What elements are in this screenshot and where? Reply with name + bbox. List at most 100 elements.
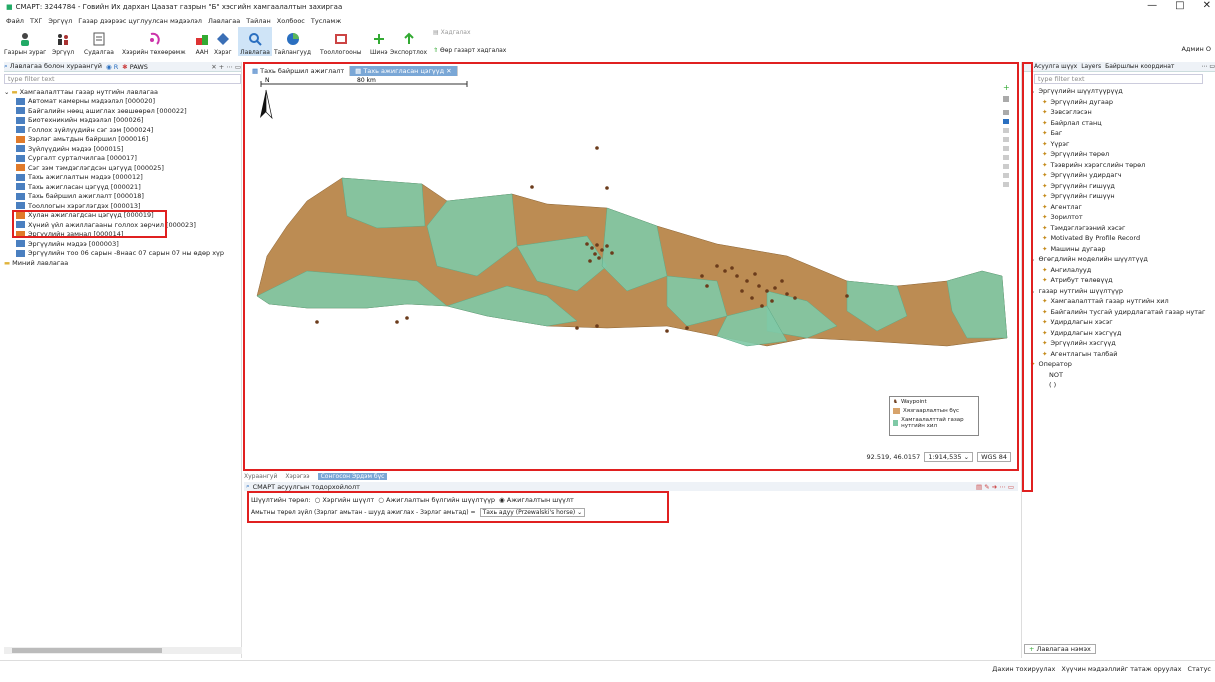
filter-item[interactable]: ✦ Эргүүлийн дугаар xyxy=(1026,97,1215,108)
filter-item[interactable]: ✦ Удирдлагын хэсгүүд xyxy=(1026,328,1215,339)
menu-thg[interactable]: ТХГ xyxy=(30,17,42,25)
filter-item[interactable]: ✦ Зэвсэглэсэн xyxy=(1026,107,1215,118)
map-view[interactable]: ▦ Тахь байршил ажиглалт ▦ Тахь ажигласан ц… xyxy=(247,66,1015,468)
tool-device[interactable]: Хээрийн төхөөрөмж xyxy=(122,27,186,56)
left-filter-input[interactable]: type filter text xyxy=(4,74,241,84)
scrollbar-thumb[interactable] xyxy=(12,648,162,653)
tool-save-as[interactable]: ⇑ Өөр газарт хадгалах xyxy=(433,47,506,54)
filter-item[interactable]: ✦ Баг xyxy=(1026,128,1215,139)
tab-paws[interactable]: ✱ PAWS xyxy=(122,63,148,71)
tool-survey[interactable]: Судалгаа xyxy=(84,27,114,56)
menu-help[interactable]: Тусламж xyxy=(311,17,341,25)
tab-queries[interactable]: ⌕ Лавлагаа болон хураангүй xyxy=(4,62,102,71)
filter-item[interactable]: ✦ Эргүүлийн удирдагч xyxy=(1026,170,1215,181)
tool-new[interactable]: Шинэ xyxy=(370,27,388,56)
filter-item[interactable]: ✦ Агентлагын талбай xyxy=(1026,349,1215,360)
panel-controls[interactable]: ⋯ ▭ xyxy=(1201,63,1215,70)
filter-item[interactable]: ✦ Тээврийн хэрэгслийн төрөл xyxy=(1026,160,1215,171)
tool-patrol[interactable]: Эргүүл xyxy=(52,27,74,56)
tab-cases[interactable]: Хэрэгээ xyxy=(285,473,309,480)
minimize-button[interactable]: — xyxy=(1147,0,1157,11)
filter-item[interactable]: ✦ Ангилалууд xyxy=(1026,265,1215,276)
filter-group[interactable]: ⌄ Өгөгдлийн моделийн шүүлтүүд xyxy=(1026,254,1215,265)
tree-query-item[interactable]: Тахь байршил ажиглалт [000018] xyxy=(4,192,241,202)
status-import[interactable]: Хүүчин мэдээллийг татаж оруулах xyxy=(1061,665,1181,673)
radio-case-filter[interactable]: ○ Хэргийн шүүлт xyxy=(315,496,375,504)
map-tools[interactable]: + xyxy=(1003,83,1010,187)
right-filter-input[interactable]: type filter text xyxy=(1034,74,1203,84)
tree-query-item[interactable]: Эргүүлийн тоо 06 сарын -8наас 07 сарын 0… xyxy=(4,249,241,259)
close-button[interactable]: ✕ xyxy=(1203,0,1211,11)
tree-query-item[interactable]: Биотехникийн мэдээлэл [000026] xyxy=(4,116,241,126)
filter-item[interactable]: ✦ Зорилтот xyxy=(1026,212,1215,223)
panel-controls[interactable]: ✕ + ⋯ ▭ xyxy=(211,63,241,71)
filter-item[interactable]: ✦ Эргүүлийн төрөл xyxy=(1026,149,1215,160)
tab-layers[interactable]: Layers xyxy=(1081,63,1101,70)
horizontal-scrollbar[interactable] xyxy=(4,647,242,654)
filter-item[interactable]: ✦ Удирдлагын хэсэг xyxy=(1026,317,1215,328)
tree-query-item[interactable]: Тахь ажиглалтын мэдээ [000012] xyxy=(4,173,241,183)
tab-selected[interactable]: Сонгосон Эрдэм бүс xyxy=(317,472,388,480)
filter-item[interactable]: ✦ Агентлаг xyxy=(1026,202,1215,213)
menu-file[interactable]: Файл xyxy=(6,17,24,25)
status-status[interactable]: Статус xyxy=(1187,665,1211,673)
tree-query-item[interactable]: Голлох зүйлүүдийн сэг зэм [000024] xyxy=(4,125,241,135)
tool-reports[interactable]: Тайлангууд xyxy=(274,27,311,56)
filter-item[interactable]: ✦ Эргүүлийн гишүүн xyxy=(1026,191,1215,202)
filter-item[interactable]: ✦ Хамгаалалттай газар нутгийн хил xyxy=(1026,296,1215,307)
filter-item[interactable]: ✦ Тэмдэглэгээний хэсэг xyxy=(1026,223,1215,234)
filter-item[interactable]: ( ) xyxy=(1026,380,1215,391)
tree-query-item[interactable]: Зүйлүүдийн мэдээ [000015] xyxy=(4,144,241,154)
tool-org[interactable]: ААН xyxy=(194,27,210,56)
radio-group-filter[interactable]: ○ Ажиглалтын бүлгийн шүүлтүүр xyxy=(378,496,495,504)
tool-query[interactable]: Лавлагаа xyxy=(238,27,272,56)
tree-query-item[interactable]: Сургалт сурталчилгаа [000017] xyxy=(4,154,241,164)
tree-query-item[interactable]: Эргүүлийн мэдээ [000003] xyxy=(4,239,241,249)
filter-group[interactable]: ⌄ газар нутгийн шүүлтүүр xyxy=(1026,286,1215,297)
tab-summary[interactable]: Хураангуй xyxy=(244,473,277,480)
tool-case[interactable]: Хэрэг xyxy=(214,27,232,56)
filter-item[interactable]: ✦ Байрлал станц xyxy=(1026,118,1215,129)
tab-r[interactable]: ◉ R xyxy=(106,63,118,71)
filter-item[interactable]: ✦ Байгалийн тусгай удирдлагатай газар нут… xyxy=(1026,307,1215,318)
status-reset[interactable]: Дахин тохируулах xyxy=(992,665,1055,673)
tree-query-item[interactable]: Байгалийн нөөц ашиглах зөвшөөрөл [000022… xyxy=(4,106,241,116)
tool-count[interactable]: Тооллогооны xyxy=(320,27,362,56)
tool-export[interactable]: Экспортлох xyxy=(390,27,427,56)
tree-query-item[interactable]: Сэг зэм тэмдэглэгдсэн цэгүүд [000025] xyxy=(4,163,241,173)
tree-query-item[interactable]: Зэрлэг амьтдын байршил [000016] xyxy=(4,135,241,145)
menu-links[interactable]: Холбоос xyxy=(277,17,305,25)
filter-item[interactable]: ✦ Оператор xyxy=(1026,359,1215,370)
filter-item[interactable]: ✦ Эргүүлийн гишүүд xyxy=(1026,181,1215,192)
menu-report[interactable]: Тайлан xyxy=(246,17,271,25)
tree-query-item[interactable]: Тахь ажигласан цэгүүд [000021] xyxy=(4,182,241,192)
tree-my-queries[interactable]: ▬ Миний лавлагаа xyxy=(4,258,241,268)
filter-item[interactable]: ✦ Эргүүлийн хэсгүүд xyxy=(1026,338,1215,349)
scale-select[interactable]: 1:914,535 ⌄ xyxy=(924,452,974,462)
user-label[interactable]: Админ О xyxy=(1181,45,1211,53)
tool-save[interactable]: ▤ Хадгалах xyxy=(433,29,471,36)
panel-tools[interactable]: ▤ ✎ ➜ ⋯ ▭ xyxy=(976,483,1014,491)
plus-icon: + xyxy=(1029,645,1035,653)
filter-item[interactable]: ✦ Motivated By Profile Record xyxy=(1026,233,1215,244)
tab-map-points[interactable]: ▦ Тахь ажигласан цэгүүд ✕ xyxy=(350,66,458,76)
tree-root[interactable]: ⌄ ▬ Хамгаалалттаы газар нутгийн лавлагаа xyxy=(4,87,241,97)
filter-value-select[interactable]: Тахь адуу (Przewalski's horse) ⌄ xyxy=(479,508,586,517)
filter-item[interactable]: ✦ Машины дугаар xyxy=(1026,244,1215,255)
add-query-button[interactable]: + Лавлагаа нэмэх xyxy=(1024,644,1096,654)
filter-item[interactable]: ✦ Атрибут төлөвүүд xyxy=(1026,275,1215,286)
menu-field-data[interactable]: Газар дээрээс цуглуулсан мэдээлэл xyxy=(78,17,202,25)
filter-group[interactable]: ⌄ Эргүүлийн шүүлтүүрүүд xyxy=(1026,86,1215,97)
filter-item[interactable]: ✦ Үүрэг xyxy=(1026,139,1215,150)
menu-query[interactable]: Лавлагаа xyxy=(208,17,240,25)
tree-query-item[interactable]: Автомат камерны мэдээлэл [000020] xyxy=(4,97,241,107)
tab-map-observation[interactable]: ▦ Тахь байршил ажиглалт xyxy=(247,66,351,76)
tab-coordinates[interactable]: Байршлын координат xyxy=(1105,63,1174,70)
crs-label[interactable]: WGS 84 xyxy=(977,452,1011,462)
filter-item[interactable]: NOT xyxy=(1026,370,1215,381)
tool-map[interactable]: Газрын зураг xyxy=(4,27,46,56)
maximize-button[interactable]: □ xyxy=(1175,0,1184,11)
radio-observation-filter[interactable]: ◉ Ажиглалтын шүүлт xyxy=(499,496,574,504)
close-icon[interactable]: ✕ xyxy=(446,67,451,75)
menu-patrol[interactable]: Эргүүл xyxy=(48,17,72,25)
